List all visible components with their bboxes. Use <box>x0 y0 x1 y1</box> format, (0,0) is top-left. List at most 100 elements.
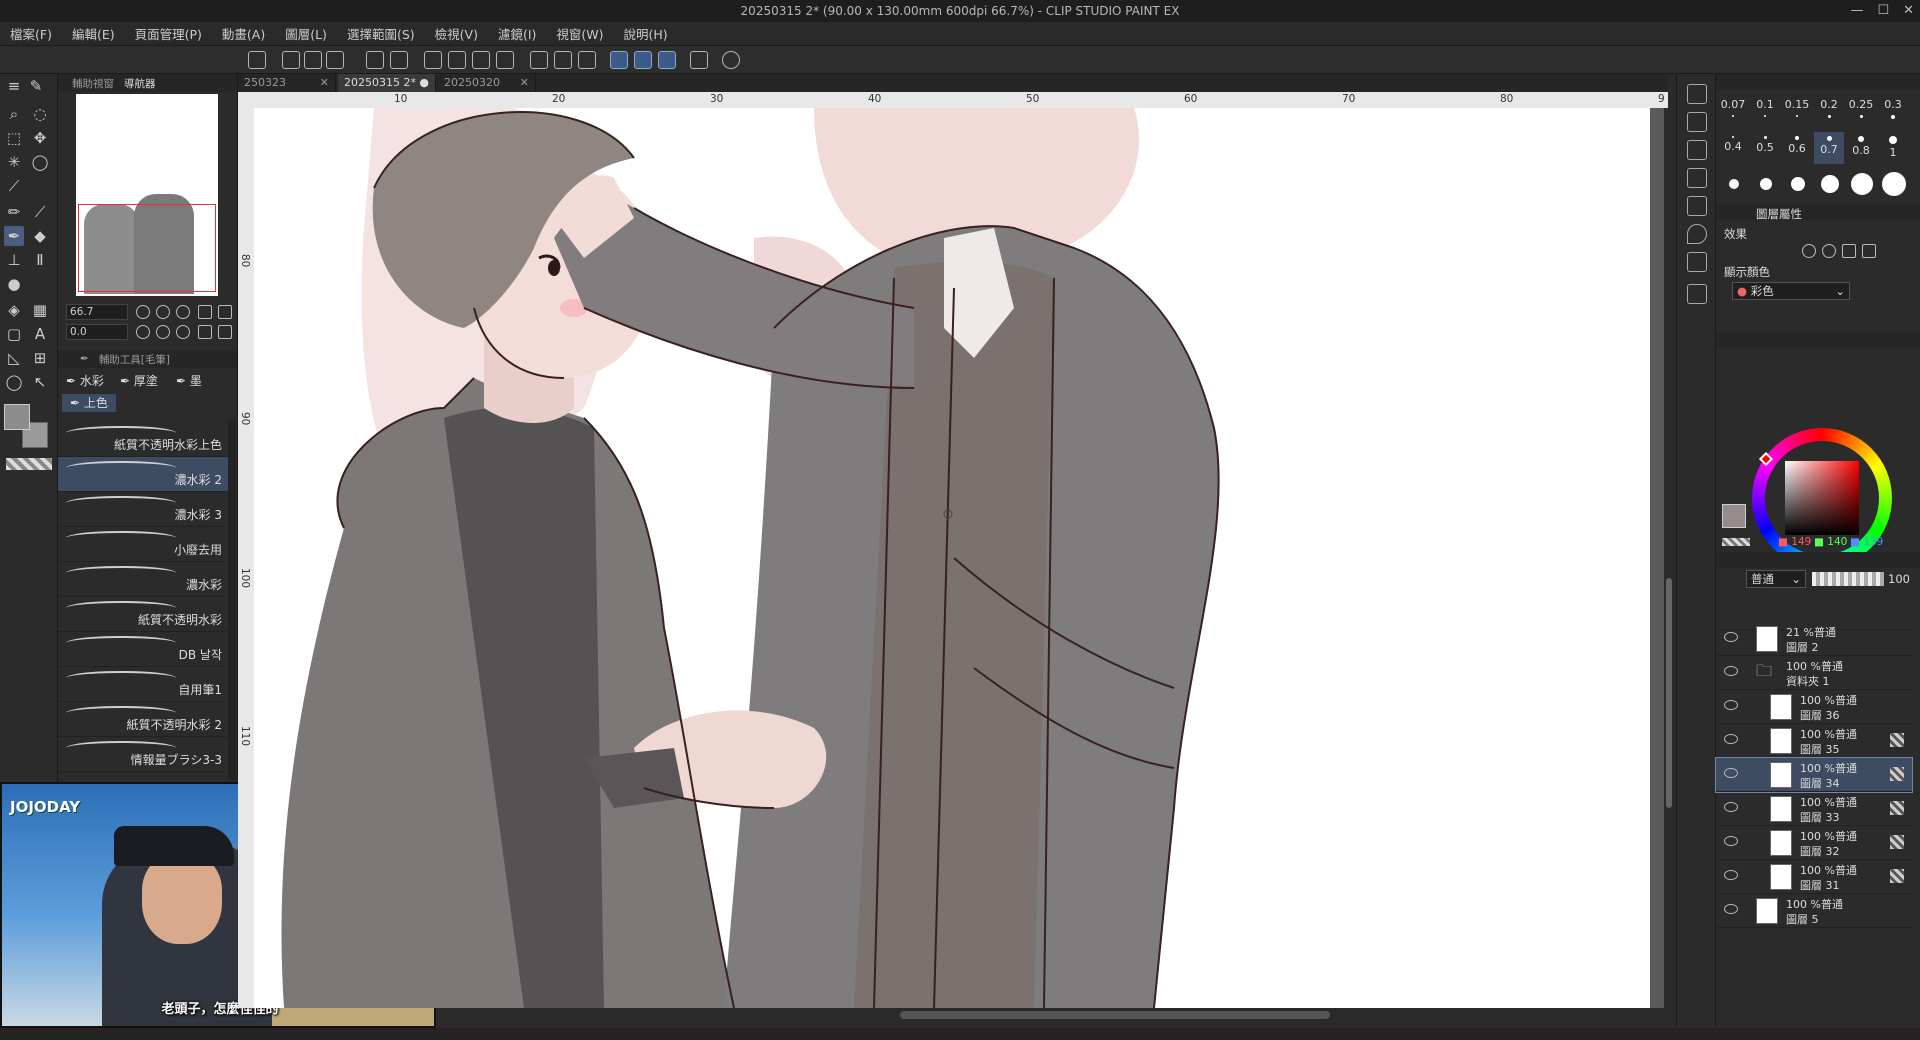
subtool-group-watercolor[interactable]: ✒ 水彩 <box>66 372 104 390</box>
brush-item[interactable]: 紙質不透明水彩 2 <box>58 702 228 737</box>
loading-icon[interactable] <box>424 51 442 69</box>
invert-selection-icon[interactable] <box>554 51 572 69</box>
tab-layer-property[interactable]: 圖層屬性 <box>1756 206 1802 222</box>
zoom-field[interactable]: 66.7 <box>66 304 128 320</box>
menu-layer[interactable]: 圖層(L) <box>285 24 327 43</box>
flip-horizontal-icon[interactable] <box>198 325 212 339</box>
brush-size-option[interactable]: 0.6 <box>1782 132 1812 164</box>
eyedropper-icon[interactable]: ⟋ <box>4 176 24 196</box>
zoom-icon[interactable]: ⌕ <box>4 104 24 124</box>
layer-mask-icon[interactable] <box>1890 801 1904 815</box>
material-icon[interactable] <box>1687 112 1707 132</box>
eraser-icon[interactable]: ◆ <box>30 226 50 246</box>
effect-border-icon[interactable] <box>1802 244 1816 258</box>
layer-row[interactable]: 100 %普通 圖層 32 <box>1716 826 1912 860</box>
snap-special-ruler-icon[interactable] <box>634 51 652 69</box>
blend-mode-dropdown[interactable]: 普通 ⌄ <box>1746 570 1806 588</box>
companion-icon[interactable] <box>690 51 708 69</box>
help-icon[interactable] <box>722 51 740 69</box>
opacity-slider[interactable] <box>1812 572 1884 586</box>
brush-size-option[interactable]: 0.8 <box>1846 132 1876 164</box>
redo-icon[interactable] <box>390 51 408 69</box>
paintbrush-icon[interactable]: ✒ <box>4 226 24 246</box>
rotation-field[interactable]: 0.0 <box>66 324 128 340</box>
snap-grid-icon[interactable] <box>658 51 676 69</box>
menu-file[interactable]: 檔案(F) <box>10 24 52 43</box>
close-tab-icon[interactable]: ✕ <box>320 74 329 92</box>
brush-icon[interactable]: ⟋ <box>30 202 50 222</box>
canvas-horizontal-scrollbar[interactable] <box>440 1008 1668 1022</box>
blend-icon[interactable]: ● <box>4 274 24 294</box>
correct-line-icon[interactable]: ↖ <box>30 372 50 392</box>
subtool-group-thick-paint[interactable]: ✒ 厚塗 <box>120 372 158 390</box>
figure-icon[interactable]: ▢ <box>4 324 24 344</box>
menu-window[interactable]: 視窗(W) <box>556 24 603 43</box>
brush-item[interactable]: 紙質不透明水彩上色 <box>58 422 228 457</box>
object-icon[interactable]: ⬚ <box>4 128 24 148</box>
current-color-swatch[interactable] <box>1722 504 1746 528</box>
brush-size-option[interactable]: 0.07 <box>1718 98 1748 130</box>
layer-row[interactable]: 100 %普通 圖層 35 <box>1716 724 1912 758</box>
text-icon[interactable]: A <box>30 324 50 344</box>
menu-selection[interactable]: 選擇範圍(S) <box>347 24 415 43</box>
doc-tab-active[interactable]: 20250315 2* ● <box>338 74 436 92</box>
brush-size-dot[interactable] <box>1729 179 1739 189</box>
brush-size-option[interactable]: 0.2 <box>1814 98 1844 130</box>
minimize-icon[interactable]: — <box>1850 0 1863 22</box>
menu-view[interactable]: 檢視(V) <box>435 24 478 43</box>
open-file-icon[interactable] <box>304 51 322 69</box>
fit-window-icon[interactable] <box>218 305 232 319</box>
pencil-icon[interactable]: ✏ <box>4 202 24 222</box>
close-icon[interactable]: ✕ <box>1903 0 1914 22</box>
brush-item[interactable]: 濃水彩 <box>58 562 228 597</box>
brush-item[interactable]: 濃水彩 2 <box>58 457 228 492</box>
brush-item[interactable]: 紙質不透明水彩 <box>58 597 228 632</box>
effect-texture-icon[interactable] <box>1842 244 1856 258</box>
flip-vertical-icon[interactable] <box>218 325 232 339</box>
close-palette-icon[interactable] <box>1687 196 1707 216</box>
water-drop-icon[interactable] <box>1687 224 1707 244</box>
material-icon[interactable] <box>1687 168 1707 188</box>
brush-size-option[interactable]: 0.4 <box>1718 132 1748 164</box>
saturation-value-square[interactable] <box>1785 461 1859 535</box>
reset-rotation-icon[interactable] <box>176 325 190 339</box>
main-color-swatch[interactable] <box>4 404 30 430</box>
visibility-eye-icon[interactable] <box>1724 666 1738 676</box>
zoom-out-icon[interactable] <box>136 305 150 319</box>
magic-wand-icon[interactable]: ✳ <box>4 152 24 172</box>
menu-filter[interactable]: 濾鏡(I) <box>498 24 536 43</box>
maximize-icon[interactable]: ☐ <box>1877 0 1889 22</box>
hue-marker[interactable] <box>1758 451 1774 467</box>
layer-folder-row[interactable]: 🗀 100 %普通 資料夾 1 <box>1716 656 1912 690</box>
menu-edit[interactable]: 編輯(E) <box>72 24 115 43</box>
visibility-eye-icon[interactable] <box>1724 700 1738 710</box>
layer-search-icon[interactable] <box>1687 284 1707 304</box>
balloon-icon[interactable]: ◯ <box>4 372 24 392</box>
select-icon[interactable]: ◯ <box>30 152 50 172</box>
layer-mask-icon[interactable] <box>1890 869 1904 883</box>
brush-size-option[interactable]: 0.25 <box>1846 98 1876 130</box>
tab-navigator[interactable]: 導航器 <box>124 76 156 91</box>
tab-sub-view[interactable]: 輔助視窗 <box>72 76 114 91</box>
ruler-icon[interactable]: ⊞ <box>30 348 50 368</box>
layer-row[interactable]: 100 %普通 圖層 34 <box>1715 757 1913 793</box>
material-icon[interactable] <box>1687 140 1707 160</box>
fill-bucket-icon[interactable]: ◈ <box>4 300 24 320</box>
menu-animation[interactable]: 動畫(A) <box>222 24 265 43</box>
canvas-area[interactable] <box>254 108 1668 1008</box>
layer-row[interactable]: 100 %普通 圖層 36 <box>1716 690 1912 724</box>
layer-row[interactable]: 21 %普通 圖層 2 <box>1716 622 1912 656</box>
brush-size-option[interactable]: 1 <box>1878 132 1908 164</box>
fill-icon[interactable] <box>472 51 490 69</box>
brush-size-option[interactable]: 0.15 <box>1782 98 1812 130</box>
menu-icon[interactable]: ≡ <box>4 76 24 96</box>
lasso-icon[interactable]: ◌ <box>30 104 50 124</box>
transform-icon[interactable] <box>496 51 514 69</box>
select-none-icon[interactable] <box>530 51 548 69</box>
airbrush-icon[interactable]: ⊥ <box>4 250 24 270</box>
transparent-color-swatch[interactable] <box>6 458 52 470</box>
brush-item[interactable]: 濃水彩 3 <box>58 492 228 527</box>
layer-mask-icon[interactable] <box>1890 835 1904 849</box>
brush-item[interactable]: 情報量ブラシ3-3 <box>58 737 228 772</box>
effect-color-icon[interactable] <box>1862 244 1876 258</box>
